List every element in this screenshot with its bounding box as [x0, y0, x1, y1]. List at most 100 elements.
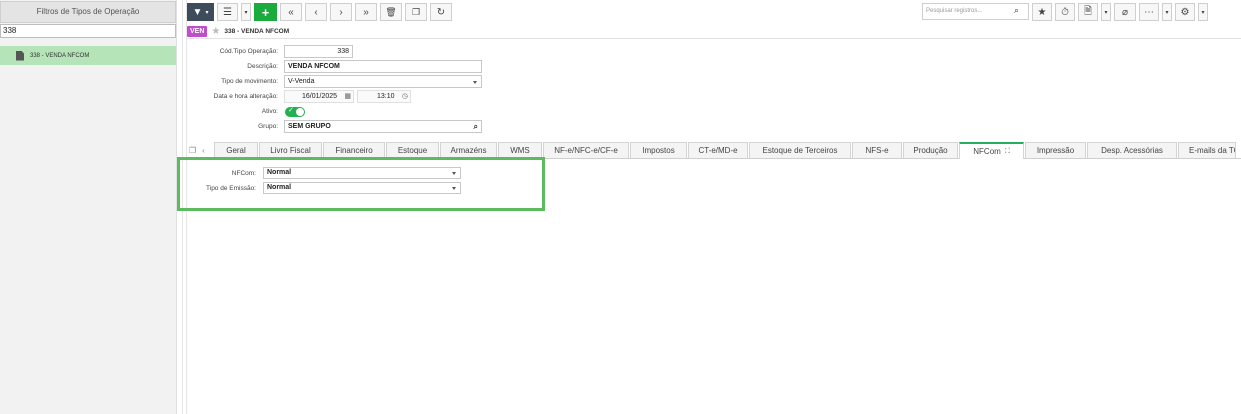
- delete-button[interactable]: 🗑: [380, 3, 402, 21]
- more-icon: ⋯: [1144, 6, 1154, 18]
- tab-financeiro[interactable]: Financeiro: [323, 142, 385, 158]
- delete-icon: 🗑: [385, 6, 397, 17]
- divider: [187, 38, 1241, 39]
- copy-icon[interactable]: ❐: [189, 146, 196, 155]
- toolbar: ▼ ▾ ☰ ▾ + « ‹ › » 🗑 ❐ ↻: [187, 2, 452, 22]
- chevron-left-icon[interactable]: ‹: [202, 146, 205, 155]
- list-view-icon: ☰: [223, 6, 232, 18]
- tab-geral[interactable]: Geral: [214, 142, 258, 158]
- first-icon: «: [288, 6, 294, 18]
- chevron-down-icon: ▾: [1201, 9, 1205, 16]
- timer-button[interactable]: ⏱: [1055, 3, 1075, 21]
- date-value: 16/01/2025: [302, 93, 338, 100]
- attach-button[interactable]: ⌀: [1114, 3, 1136, 21]
- last-icon: »: [363, 6, 369, 18]
- check-icon: ✓: [288, 107, 294, 114]
- tab-label: NFCom: [973, 147, 1001, 156]
- record-title: 338 - VENDA NFCOM: [224, 28, 290, 35]
- prev-icon: ‹: [314, 6, 318, 18]
- data-label: Data e hora alteração:: [213, 93, 278, 100]
- prev-record-button[interactable]: ‹: [305, 3, 327, 21]
- grupo-label: Grupo:: [258, 123, 278, 130]
- date-field[interactable]: 16/01/2025 ▦: [284, 90, 354, 103]
- chevron-down-icon: ▾: [1165, 9, 1169, 16]
- tab-armazens[interactable]: Armazéns: [440, 142, 497, 158]
- tipo-label: Tipo de movimento:: [221, 78, 278, 85]
- settings-icon: ⚙: [1180, 6, 1190, 18]
- ativo-toggle[interactable]: ✓: [285, 107, 305, 117]
- cod-label: Cód.Tipo Operação:: [219, 48, 278, 55]
- tab-estoque-terceiros[interactable]: Estoque de Terceiros: [749, 142, 851, 158]
- tab-cte[interactable]: CT-e/MD-e: [688, 142, 748, 158]
- more-dropdown[interactable]: ▾: [1162, 3, 1172, 21]
- first-record-button[interactable]: «: [280, 3, 302, 21]
- highlight-box: [177, 157, 545, 211]
- more-button[interactable]: ⋯: [1139, 3, 1159, 21]
- document-icon: [16, 50, 24, 61]
- app-window: Filtros de Tipos de Operação 338 338 - V…: [0, 0, 1241, 414]
- desc-field[interactable]: VENDA NFCOM: [284, 60, 482, 73]
- favorite-button[interactable]: ★: [1032, 3, 1052, 21]
- desc-label: Descrição:: [247, 63, 278, 70]
- time-value: 13:10: [377, 93, 395, 100]
- expand-icon[interactable]: ⛶: [1005, 148, 1010, 156]
- ativo-label: Ativo:: [261, 108, 278, 115]
- tab-nfse[interactable]: NFS-e: [852, 142, 902, 158]
- star-icon[interactable]: ★: [211, 26, 220, 37]
- tab-emails[interactable]: E-mails da TO: [1178, 142, 1236, 158]
- list-view-dropdown[interactable]: ▾: [241, 3, 251, 21]
- tab-nav: ❐ ‹: [187, 142, 214, 158]
- list-view-button[interactable]: ☰: [217, 3, 238, 21]
- tipo-select[interactable]: V-Venda: [284, 75, 482, 88]
- tipo-value: V-Venda: [288, 78, 315, 85]
- list-item-label: 338 - VENDA NFCOM: [30, 52, 90, 59]
- cod-field[interactable]: 338: [284, 45, 353, 58]
- star-icon: ★: [1037, 6, 1047, 18]
- tab-desp-acessorias[interactable]: Desp. Acessórias: [1087, 142, 1177, 158]
- chevron-down-icon: ▾: [205, 9, 209, 16]
- document-button[interactable]: 🗎: [1078, 3, 1098, 21]
- grupo-field[interactable]: SEM GRUPO ⌕: [284, 120, 482, 133]
- settings-dropdown[interactable]: ▾: [1198, 3, 1208, 21]
- add-icon: +: [261, 4, 270, 20]
- calendar-icon[interactable]: ▦: [344, 91, 351, 102]
- chevron-down-icon: ▾: [244, 9, 248, 16]
- clock-icon[interactable]: ◷: [402, 91, 408, 102]
- add-button[interactable]: +: [254, 3, 277, 21]
- next-record-button[interactable]: ›: [330, 3, 352, 21]
- tab-impostos[interactable]: Impostos: [630, 142, 687, 158]
- next-icon: ›: [339, 6, 343, 18]
- tab-livro-fiscal[interactable]: Livro Fiscal: [259, 142, 322, 158]
- refresh-icon: ↻: [436, 6, 446, 18]
- search-icon[interactable]: ⌕: [1014, 5, 1019, 16]
- document-dropdown[interactable]: ▾: [1101, 3, 1111, 21]
- tab-nfcom[interactable]: NFCom ⛶: [959, 142, 1024, 159]
- chevron-down-icon: ▾: [1104, 9, 1108, 16]
- chevron-down-icon: [473, 81, 477, 84]
- list-item[interactable]: 338 - VENDA NFCOM: [0, 46, 176, 65]
- filter-panel: Filtros de Tipos de Operação 338 338 - V…: [0, 0, 177, 414]
- timer-icon: ⏱: [1061, 6, 1069, 18]
- tab-impressao[interactable]: Impressão: [1025, 142, 1086, 158]
- tab-producao[interactable]: Produção: [903, 142, 958, 158]
- tab-wms[interactable]: WMS: [498, 142, 542, 158]
- toolbar-right: ★ ⏱ 🗎 ▾ ⌀ ⋯ ▾ ⚙ ▾: [1032, 2, 1208, 22]
- copy-button[interactable]: ❐: [405, 3, 427, 21]
- refresh-button[interactable]: ↻: [430, 3, 452, 21]
- tab-estoque[interactable]: Estoque: [386, 142, 439, 158]
- record-title-row: VEN ★ 338 - VENDA NFCOM: [187, 25, 289, 38]
- filter-search-input[interactable]: 338: [0, 24, 176, 38]
- last-record-button[interactable]: »: [355, 3, 377, 21]
- grupo-value: SEM GRUPO: [288, 123, 331, 130]
- settings-button[interactable]: ⚙: [1175, 3, 1195, 21]
- copy-icon: ❐: [411, 6, 421, 17]
- toggle-knob: [296, 108, 304, 116]
- attach-icon: ⌀: [1121, 6, 1129, 18]
- filter-panel-header: Filtros de Tipos de Operação: [0, 1, 176, 23]
- tab-nfe[interactable]: NF-e/NFC-e/CF-e: [543, 142, 629, 158]
- search-icon[interactable]: ⌕: [474, 121, 478, 132]
- time-field[interactable]: 13:10 ◷: [357, 90, 411, 103]
- record-type-badge: VEN: [187, 26, 208, 37]
- filter-button[interactable]: ▼ ▾: [187, 3, 214, 21]
- search-records-input[interactable]: Pesquisar registros...: [922, 3, 1029, 20]
